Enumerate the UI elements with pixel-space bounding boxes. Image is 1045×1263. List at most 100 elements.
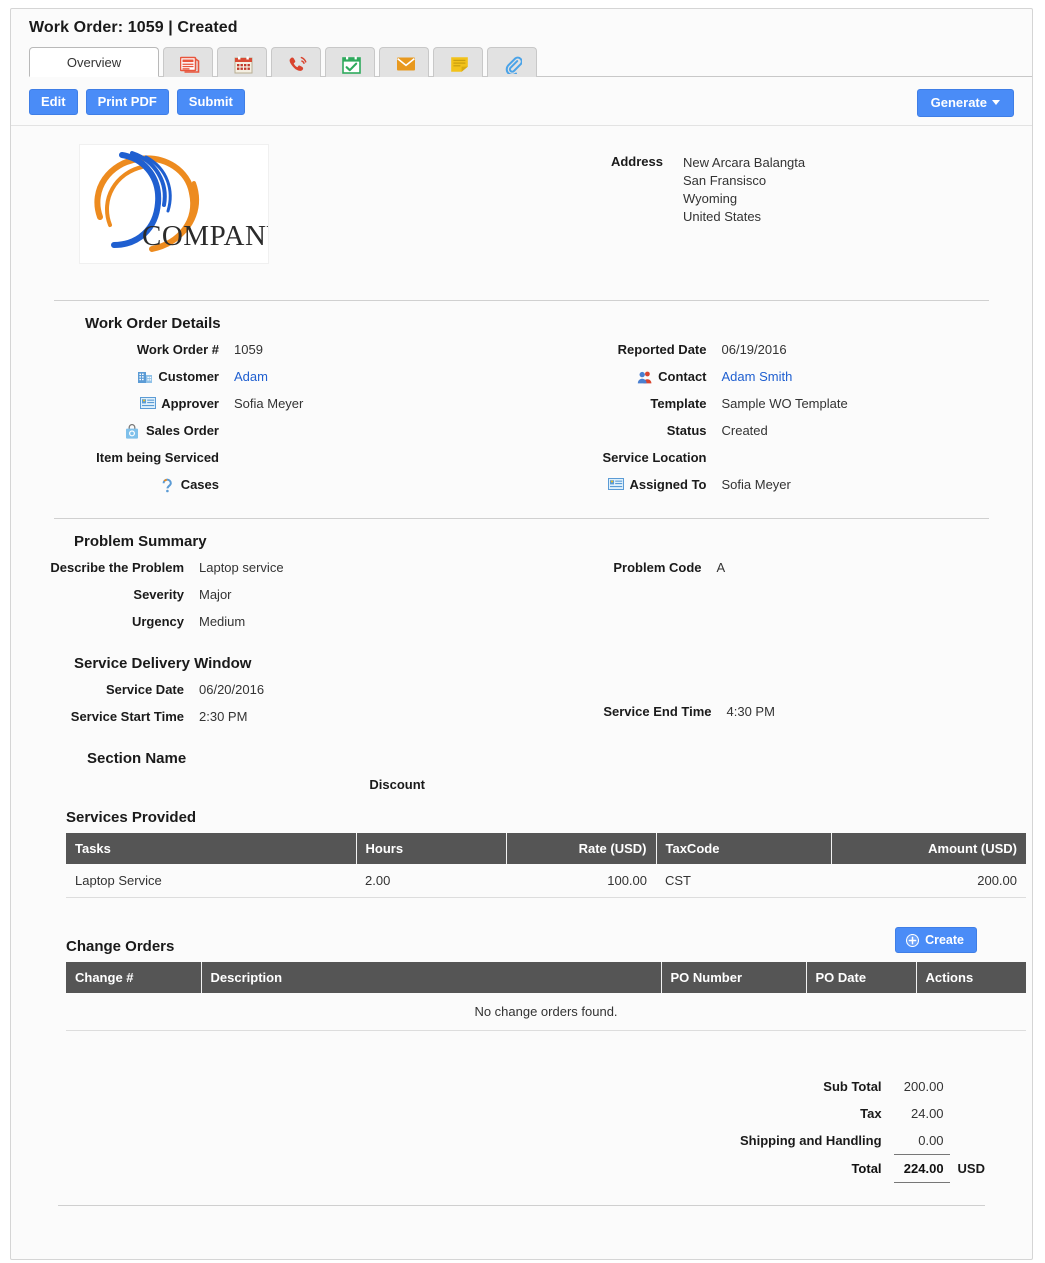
address-lines: New Arcara Balangta San Fransisco Wyomin… (683, 154, 805, 286)
field-approver: Approver Sofia Meyer (29, 396, 522, 412)
logo-text: COMPANY (142, 220, 268, 252)
column-header-change-number: Change # (66, 962, 202, 993)
print-pdf-button[interactable]: Print PDF (85, 89, 169, 115)
action-toolbar: Edit Print PDF Submit Generate (11, 77, 1032, 126)
total-currency: USD (957, 1161, 985, 1176)
change-orders-header: Change Orders Create (37, 927, 1006, 955)
field-label: Describe the Problem (50, 560, 184, 575)
field-label: Contact (658, 369, 707, 384)
services-provided-block: Services Provided Tasks Hours Rate (USD)… (37, 793, 1026, 898)
totals-row-shipping: Shipping and Handling 0.00 (740, 1127, 985, 1155)
field-contact: Contact Adam Smith (522, 369, 1015, 385)
cell-hours: 2.00 (356, 864, 506, 898)
field-customer: Customer Adam (29, 369, 522, 385)
totals-table: Sub Total 200.00 Tax 24.00 Shipping and … (740, 1073, 985, 1183)
shopping-bag-icon (125, 424, 141, 439)
field-value: 2:30 PM (199, 709, 248, 724)
field-value: Sample WO Template (721, 396, 848, 411)
field-label: Severity (133, 587, 184, 602)
field-value: 1059 (234, 342, 263, 357)
field-discount: Discount (29, 777, 1014, 793)
field-value: Sofia Meyer (721, 477, 791, 492)
table-row: Laptop Service 2.00 100.00 CST 200.00 (66, 864, 1026, 898)
totals-row-total: Total 224.00 USD (740, 1154, 985, 1183)
totals-row-sub-total: Sub Total 200.00 (740, 1073, 985, 1100)
field-urgency: Urgency Medium (29, 614, 522, 630)
field-label: Assigned To (629, 477, 707, 492)
tab-calls[interactable] (271, 47, 321, 77)
tab-emails[interactable] (379, 47, 429, 77)
cell-amount: 200.00 (831, 864, 1026, 898)
total-label: Total (851, 1161, 882, 1176)
section-title-service-delivery-window: Service Delivery Window (74, 655, 252, 672)
tab-attachments[interactable] (487, 47, 537, 77)
field-label-wrap: Approver (29, 396, 219, 412)
address-line: New Arcara Balangta (683, 155, 806, 170)
document-header: COMPANY Address New Arcara Balangta San … (29, 126, 1014, 286)
services-provided-header: Services Provided (37, 809, 1006, 826)
generate-button[interactable]: Generate (916, 89, 1014, 117)
tax-label: Tax (860, 1106, 882, 1121)
field-value: Laptop service (199, 560, 284, 575)
field-label: Approver (161, 396, 219, 411)
field-value-contact-link[interactable]: Adam Smith (722, 369, 793, 385)
contact-people-icon (637, 370, 653, 384)
problem-summary-section: Problem Summary Describe the Problem Lap… (29, 519, 1014, 641)
tab-notes[interactable] (433, 47, 483, 77)
empty-message: No change orders found. (66, 993, 1026, 1031)
field-describe-the-problem: Describe the Problem Laptop service (29, 560, 522, 576)
field-label: Cases (180, 477, 219, 492)
field-assigned-to: Assigned To Sofia Meyer (522, 477, 1015, 493)
generate-button-label: Generate (930, 95, 987, 110)
column-header-actions: Actions (916, 962, 1026, 993)
field-value: Medium (199, 614, 246, 629)
create-change-order-button[interactable]: Create (895, 927, 977, 953)
shipping-currency (950, 1127, 985, 1155)
field-template: Template Sample WO Template (522, 396, 1015, 412)
field-label: Service End Time (603, 704, 712, 719)
tax-currency (950, 1100, 985, 1127)
field-label: Problem Code (613, 560, 702, 575)
building-icon (137, 370, 153, 384)
note-icon (450, 56, 468, 72)
tab-line-items[interactable] (163, 47, 213, 77)
field-service-location: Service Location (522, 450, 1015, 466)
field-value-customer-link[interactable]: Adam (234, 369, 268, 385)
section-title-section-name: Section Name (87, 750, 187, 767)
tab-bar: Overview (29, 45, 1032, 77)
table-empty-row: No change orders found. (66, 993, 1026, 1031)
tab-overview[interactable]: Overview (29, 47, 159, 77)
create-button-label: Create (925, 933, 964, 947)
change-orders-block: Change Orders Create Change # Descriptio… (37, 898, 1026, 1031)
section-title-work-order-details: Work Order Details (85, 315, 221, 332)
field-label: Discount (369, 777, 425, 792)
tab-tasks[interactable] (325, 47, 375, 77)
field-value: Major (199, 587, 232, 602)
column-header-rate: Rate (USD) (506, 833, 657, 864)
envelope-icon (396, 56, 415, 70)
field-value: Created (721, 423, 768, 438)
edit-button[interactable]: Edit (29, 89, 78, 115)
total-value: 224.00 (893, 1154, 950, 1183)
field-label-wrap: Sales Order (29, 423, 219, 439)
field-value: 06/20/2016 (199, 682, 265, 697)
field-service-end-time: Service End Time 4:30 PM (522, 704, 1015, 720)
totals-row-tax: Tax 24.00 (740, 1100, 985, 1127)
address-line: Wyoming (683, 191, 738, 206)
cell-taxcode: CST (656, 864, 831, 898)
field-label-wrap: Customer (29, 369, 219, 385)
section-title-change-orders: Change Orders (66, 938, 175, 955)
calendar-icon (234, 56, 253, 73)
tab-calendar[interactable] (217, 47, 267, 77)
list-red-icon (180, 56, 200, 73)
sub-total-value: 200.00 (903, 1079, 944, 1094)
paperclip-icon (504, 56, 522, 74)
field-problem-code: Problem Code A (522, 560, 1015, 576)
column-header-tasks: Tasks (66, 833, 357, 864)
shipping-value: 0.00 (918, 1133, 944, 1148)
column-header-hours: Hours (356, 833, 507, 864)
case-icon (160, 478, 176, 493)
work-order-details-section: Work Order Details Work Order # 1059 Cus… (29, 301, 1014, 504)
submit-button[interactable]: Submit (176, 89, 245, 115)
field-service-start-time: Service Start Time 2:30 PM (29, 709, 522, 725)
